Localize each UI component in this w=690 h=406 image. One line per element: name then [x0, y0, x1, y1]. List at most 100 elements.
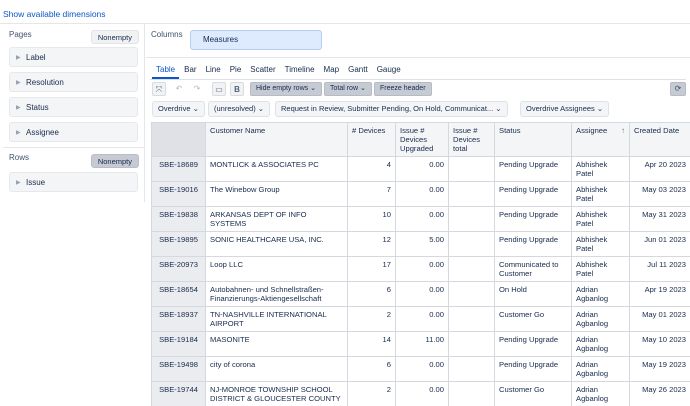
table-row: SBE-18654 Autobahnen- und Schnellstraßen-…: [151, 281, 690, 307]
page-dimension-status[interactable]: ▶ Status: [9, 97, 138, 117]
chevron-right-icon: ▶: [16, 80, 21, 86]
created-date-cell: May 10 2023: [629, 331, 690, 357]
header-created-date[interactable]: Created Date: [629, 122, 690, 157]
tab-map[interactable]: Map: [320, 63, 344, 79]
assignee-cell: Adrian Agbanlog: [571, 331, 630, 357]
dimension-label: Resolution: [26, 78, 64, 87]
assignee-cell: Adrian Agbanlog: [571, 306, 630, 332]
tab-bar[interactable]: Bar: [180, 63, 200, 79]
bold-icon[interactable]: B: [230, 82, 244, 96]
status-cell: On Hold: [494, 281, 572, 307]
page-dimension-resolution[interactable]: ▶ Resolution: [9, 72, 138, 92]
chevron-down-icon: ⌄: [192, 104, 199, 113]
sort-ascending-icon[interactable]: ↑: [621, 126, 625, 135]
tab-scatter[interactable]: Scatter: [246, 63, 279, 79]
header-devices-upgraded[interactable]: Issue # Devices Upgraded: [395, 122, 449, 157]
view-tabs: Table Bar Line Pie Scatter Timeline Map …: [152, 63, 406, 79]
table-row: SBE-18689 MONTLICK & ASSOCIATES PC 4 0.00 Pe…: [151, 156, 690, 182]
assignee-cell: Adrian Agbanlog: [571, 281, 630, 307]
tab-timeline[interactable]: Timeline: [281, 63, 319, 79]
row-issue-cell[interactable]: SBE-18937: [151, 306, 206, 332]
row-issue-cell[interactable]: SBE-19016: [151, 181, 206, 207]
comment-icon[interactable]: ▭: [212, 82, 226, 96]
header-assignee-label: Assignee: [576, 126, 608, 135]
table-row: SBE-20973 Loop LLC 17 0.00 Communicated to C…: [151, 256, 690, 282]
filter-resolution[interactable]: (unresolved) ⌄: [208, 101, 271, 117]
devices-upgraded-cell: 0.00: [395, 356, 449, 382]
customer-name-cell: NJ-MONROE TOWNSHIP SCHOOL DISTRICT & GLO…: [205, 381, 348, 406]
dimensions-panel: Pages Nonempty ▶ Label ▶ Resolution ▶ St…: [3, 24, 145, 202]
columns-area: Columns Measures: [146, 24, 690, 58]
row-issue-cell[interactable]: SBE-19744: [151, 381, 206, 406]
header-status[interactable]: Status: [494, 122, 572, 157]
status-cell: Pending Upgrade: [494, 331, 572, 357]
devices-cell: 2: [347, 381, 396, 406]
hide-empty-rows-button[interactable]: Hide empty rows ⌄: [250, 82, 322, 96]
chevron-down-icon: ⌄: [310, 85, 316, 92]
header-assignee[interactable]: ↑ Assignee: [571, 122, 630, 157]
row-issue-cell[interactable]: SBE-19498: [151, 356, 206, 382]
tab-gauge[interactable]: Gauge: [373, 63, 405, 79]
devices-upgraded-cell: 0.00: [395, 281, 449, 307]
table-header-row: Customer Name # Devices Issue # Devices …: [151, 122, 690, 157]
status-cell: Pending Upgrade: [494, 231, 572, 257]
refresh-icon[interactable]: ⟳: [670, 82, 686, 96]
page-dimension-label[interactable]: ▶ Label: [9, 47, 138, 67]
row-issue-cell[interactable]: SBE-20973: [151, 256, 206, 282]
customer-name-cell: The Winebow Group: [205, 181, 348, 207]
devices-cell: 10: [347, 206, 396, 232]
row-issue-cell[interactable]: SBE-18654: [151, 281, 206, 307]
dimension-label: Issue: [26, 178, 46, 187]
status-cell: Customer Go: [494, 381, 572, 406]
devices-total-cell: [448, 156, 495, 182]
devices-cell: 6: [347, 356, 396, 382]
assignee-cell: Adrian Agbanlog: [571, 356, 630, 382]
rows-nonempty-button[interactable]: Nonempty: [90, 154, 139, 168]
row-issue-cell[interactable]: SBE-19838: [151, 206, 206, 232]
status-cell: Pending Upgrade: [494, 206, 572, 232]
expand-icon[interactable]: ⤧: [152, 82, 166, 96]
show-available-dimensions-link[interactable]: Show available dimensions: [3, 9, 106, 19]
row-issue-cell[interactable]: SBE-19184: [151, 331, 206, 357]
created-date-cell: May 01 2023: [629, 306, 690, 332]
filter-label-overdrive[interactable]: Overdrive ⌄: [152, 101, 205, 117]
row-issue-cell[interactable]: SBE-18689: [151, 156, 206, 182]
filter-value: Overdrive Assignees: [526, 104, 595, 113]
assignee-cell: Abhishek Patel: [571, 156, 630, 182]
assignee-cell: Adrian Agbanlog: [571, 381, 630, 406]
tab-gantt[interactable]: Gantt: [344, 63, 372, 79]
header-devices[interactable]: # Devices: [347, 122, 396, 157]
measures-dimension[interactable]: Measures: [190, 30, 322, 50]
chevron-down-icon: ⌄: [257, 104, 265, 113]
assignee-cell: Abhishek Patel: [571, 231, 630, 257]
tab-table[interactable]: Table: [152, 63, 180, 79]
created-date-cell: Apr 20 2023: [629, 156, 690, 182]
devices-upgraded-cell: 0.00: [395, 181, 449, 207]
freeze-header-button[interactable]: Freeze header: [374, 82, 432, 96]
dimension-label: Assignee: [26, 128, 59, 137]
table-row: SBE-18937 TN-NASHVILLE INTERNATIONAL AIRP…: [151, 306, 690, 332]
customer-name-cell: MASONITE: [205, 331, 348, 357]
table-row: SBE-19838 ARKANSAS DEPT OF INFO SYSTEMS 10…: [151, 206, 690, 232]
devices-total-cell: [448, 281, 495, 307]
filter-assignee[interactable]: Overdrive Assignees ⌄: [520, 101, 610, 117]
chevron-right-icon: ▶: [16, 130, 21, 136]
row-issue-cell[interactable]: SBE-19895: [151, 231, 206, 257]
undo-icon[interactable]: ↶: [172, 82, 186, 96]
columns-title: Columns: [151, 30, 183, 39]
status-cell: Customer Go: [494, 306, 572, 332]
rows-section-header: Rows Nonempty: [3, 148, 144, 172]
assignee-cell: Abhishek Patel: [571, 206, 630, 232]
table-row: SBE-19016 The Winebow Group 7 0.00 Pending U…: [151, 181, 690, 207]
total-row-button[interactable]: Total row ⌄: [324, 82, 372, 96]
pages-nonempty-button[interactable]: Nonempty: [90, 30, 139, 44]
page-dimension-assignee[interactable]: ▶ Assignee: [9, 122, 138, 142]
redo-icon[interactable]: ↷: [190, 82, 204, 96]
filter-status[interactable]: Request in Review, Submitter Pending, On…: [275, 101, 508, 117]
header-devices-total[interactable]: Issue # Devices total: [448, 122, 495, 157]
tab-pie[interactable]: Pie: [226, 63, 246, 79]
tab-line[interactable]: Line: [202, 63, 225, 79]
header-customer-name[interactable]: Customer Name: [205, 122, 348, 157]
status-cell: Pending Upgrade: [494, 156, 572, 182]
row-dimension-issue[interactable]: ▶ Issue: [9, 172, 138, 192]
